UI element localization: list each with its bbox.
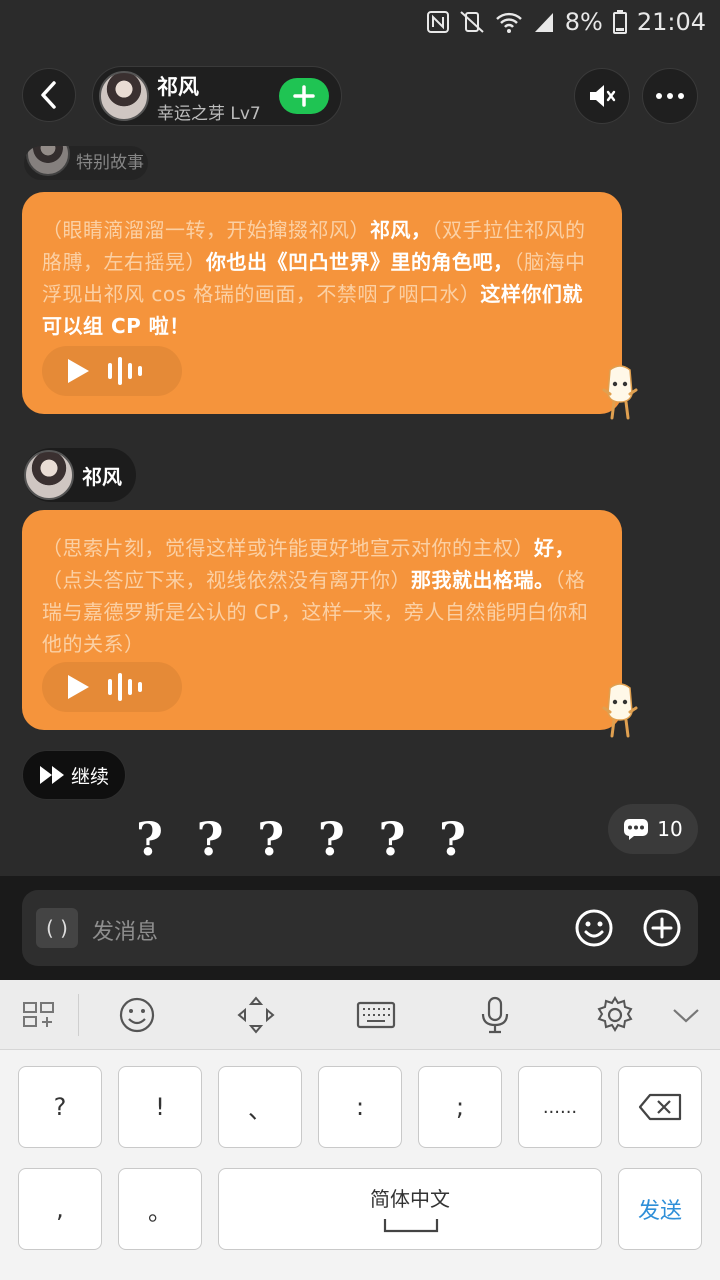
play-icon [68,675,89,699]
mute-button[interactable] [574,68,630,124]
action-bracket-button[interactable]: ( ) [36,908,78,948]
microphone-icon[interactable] [475,995,515,1035]
profile-pill[interactable]: 祁风 幸运之芽 Lv7 [92,66,342,126]
key-ellipsis[interactable]: ...... [518,1066,602,1148]
message-segment: 你也出《凹凸世界》里的角色吧， [206,250,514,274]
message-segment: 好， [534,536,575,560]
message-segment: （眼睛滴溜溜一转，开始撺掇祁风） [42,218,370,242]
avatar [26,146,70,176]
waveform-icon [108,673,142,701]
message-text: （眼睛滴溜溜一转，开始撺掇祁风）祁风，（双手拉住祁风的胳膊，左右摇晃）你也出《凹… [42,214,602,342]
space-key[interactable]: 简体中文 [218,1168,602,1250]
space-key-label: 简体中文 [370,1187,450,1211]
send-key[interactable]: 发送 [618,1168,702,1250]
nfc-icon [426,11,449,33]
message-segment: （思索片刻，觉得这样或许能更好地宣示对你的主权） [42,536,534,560]
avatar[interactable] [99,71,149,121]
message-bubble[interactable]: （思索片刻，觉得这样或许能更好地宣示对你的主权）好， （点头答应下来，视线依然没有… [22,510,622,730]
speaker-tag[interactable]: 祁风 [24,448,136,502]
toolbar-divider [78,994,79,1036]
profile-name: 祁风 [157,75,199,99]
message-segment: 祁风， [370,218,432,242]
more-button[interactable] [642,68,698,124]
mascot-icon [602,683,638,738]
emoji-icon[interactable] [574,908,614,948]
settings-gear-icon[interactable] [595,995,635,1035]
vibrate-mute-icon [460,11,484,33]
plus-icon [293,85,315,107]
space-bar-icon [383,1219,439,1233]
faded-speaker-tag: 特别故事 [24,146,148,180]
key-question[interactable]: ? [18,1066,102,1148]
keyboard: ? ! 、 : ; ...... , 。 简体中文 发送 [0,1050,720,1280]
message-input[interactable]: ( ) 发消息 [22,890,698,966]
backspace-key[interactable] [618,1066,702,1148]
battery-percent: 8% [564,8,603,36]
keyboard-toolbar [0,980,720,1050]
key-enumeration-comma[interactable]: 、 [218,1066,302,1148]
message-bubble[interactable]: （眼睛滴溜溜一转，开始撺掇祁风）祁风，（双手拉住祁风的胳膊，左右摇晃）你也出《凹… [22,192,622,414]
battery-icon [612,10,627,34]
input-placeholder: 发消息 [92,920,159,945]
continue-label: 继续 [70,765,109,788]
back-icon [41,81,56,109]
question-mark: ? [257,812,285,866]
question-mark: ? [378,812,406,866]
emoji-icon[interactable] [117,995,157,1035]
question-mark: ? [439,812,466,866]
waveform-icon [108,357,142,385]
play-icon [68,359,89,383]
question-mark: ? [136,812,163,866]
voice-play-button[interactable] [42,662,182,712]
profile-level: 幸运之芽 Lv7 [157,104,261,124]
continue-button[interactable]: 继续 [22,750,126,800]
wifi-icon [495,12,522,33]
comment-count: 10 [657,817,683,841]
signal-icon [534,13,553,32]
mascot-icon [602,365,638,420]
message-segment: （点头答应下来，视线依然没有离开你） [42,568,411,592]
back-button[interactable] [22,68,76,122]
apps-icon[interactable] [20,995,60,1035]
speaker-name: 祁风 [82,465,122,489]
avatar[interactable] [24,450,74,500]
comment-button[interactable]: 10 [608,804,698,854]
message-text: （思索片刻，觉得这样或许能更好地宣示对你的主权）好， （点头答应下来，视线依然没有… [42,532,602,660]
faded-label-text: 特别故事 [76,153,144,173]
input-area: ( ) 发消息 [0,876,720,980]
voice-play-button[interactable] [42,346,182,396]
fast-forward-icon [39,766,64,784]
mute-icon [590,85,616,107]
message-segment: 那我就出格瑞。 [411,568,555,592]
key-exclamation[interactable]: ! [118,1066,202,1148]
add-friend-button[interactable] [279,78,329,114]
question-mark: ? [317,812,345,866]
clock: 21:04 [636,8,706,36]
key-period[interactable]: 。 [118,1168,202,1250]
comment-icon [624,819,649,840]
question-mark: ? [196,812,224,866]
chevron-down-icon[interactable] [666,995,706,1035]
plus-circle-icon[interactable] [642,908,682,948]
keyboard-icon[interactable] [356,995,396,1035]
cursor-move-icon[interactable] [236,995,276,1035]
backspace-icon [638,1093,682,1121]
key-colon[interactable]: : [318,1066,402,1148]
question-marks: ? ? ? ? ? ? [136,812,466,868]
status-bar: 8% 21:04 [0,0,720,44]
more-icon [656,93,684,99]
key-comma[interactable]: , [18,1168,102,1250]
key-semicolon[interactable]: ; [418,1066,502,1148]
